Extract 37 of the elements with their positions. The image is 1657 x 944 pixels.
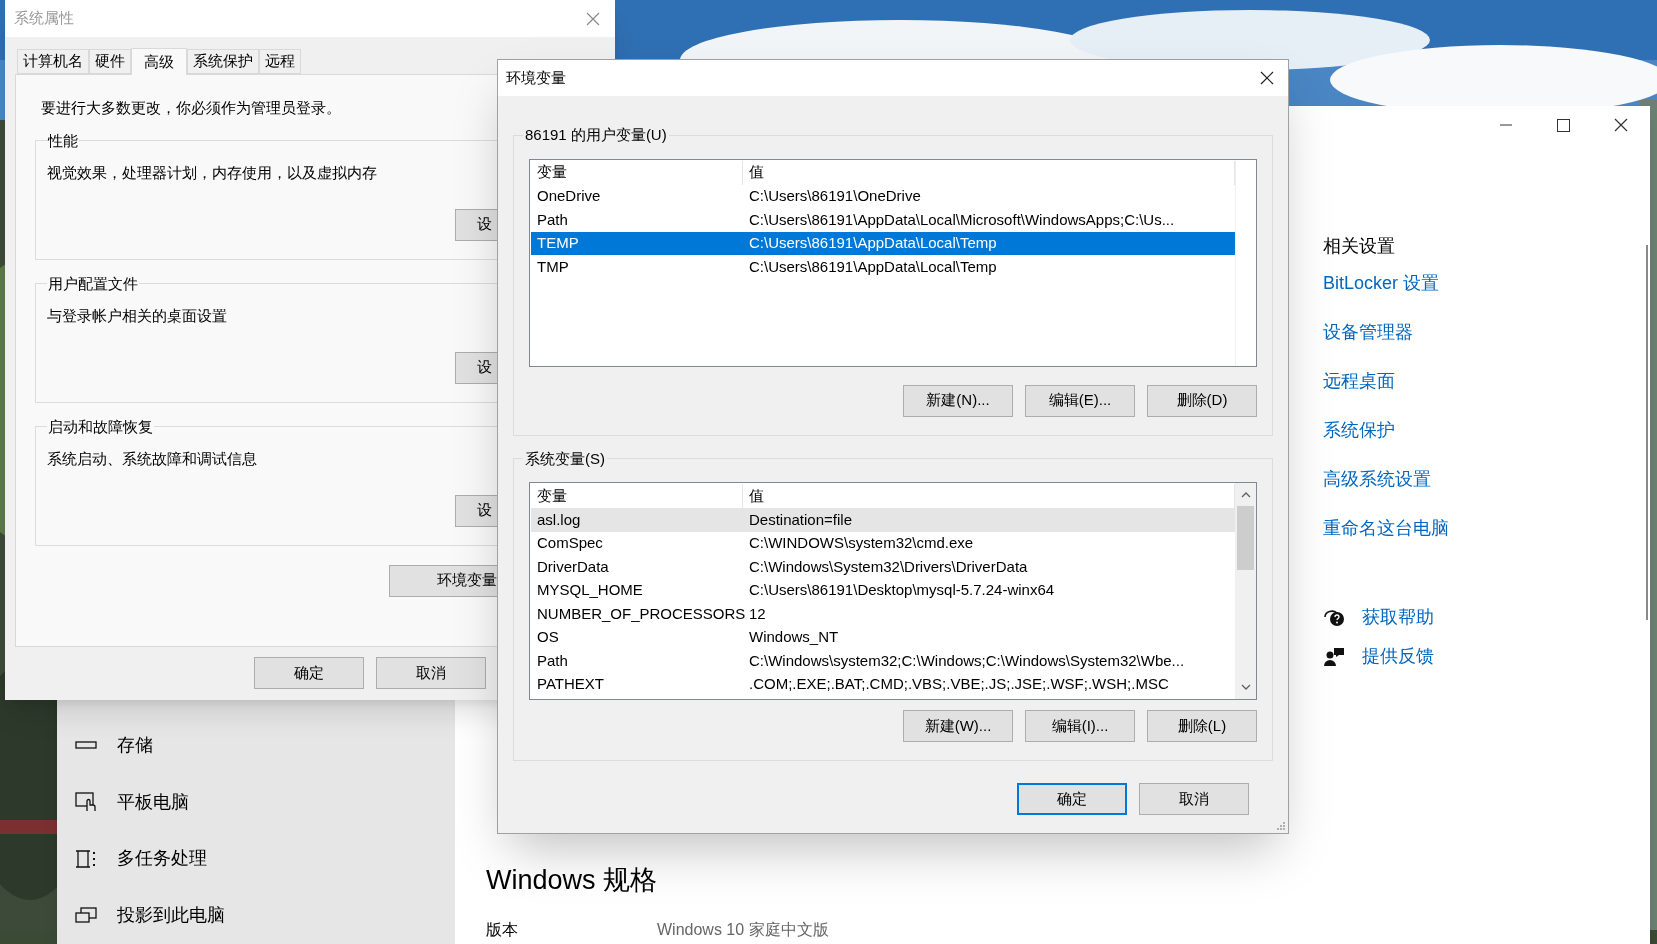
variable-value: C:\Windows\system32;C:\Windows;C:\Windows\System32\Wbe...: [748, 650, 1185, 671]
variable-value: C:\Users\86191\AppData\Local\Temp: [748, 256, 997, 277]
variable-name: Path: [536, 650, 569, 671]
admin-notice: 要进行大多数更改，你必须作为管理员登录。: [41, 98, 341, 118]
variable-value: C:\Users\86191\Desktop\mysql-5.7.24-winx64: [748, 580, 1055, 600]
spec-label: 版本: [486, 920, 519, 940]
spec-value: Windows 10 家庭中文版: [657, 920, 829, 940]
variable-value: .COM;.EXE;.BAT;.CMD;.VBS;.VBE;.JS;.JSE;.WSF;.WSH;.MSC: [748, 674, 1169, 694]
variable-name: PATHEXT: [536, 674, 605, 694]
variable-name: Path: [536, 209, 569, 230]
variable-value: C:\Users\86191\AppData\Local\Microsoft\WindowsApps;C:\Us...: [748, 209, 1175, 230]
group-title: 用户配置文件: [47, 273, 139, 294]
related-settings-heading: 相关设置: [1323, 235, 1396, 258]
section-heading: Windows 规格: [486, 863, 659, 897]
variable-name: NUMBER_OF_PROCESSORS: [536, 603, 743, 624]
group-description: 系统启动、系统故障和调试信息: [47, 449, 257, 469]
variable-value: 12: [748, 603, 766, 624]
variable-name: ComSpec: [536, 533, 604, 553]
group-title: 性能: [47, 130, 79, 151]
variable-name: TEMP: [536, 233, 580, 253]
group-description: 视觉效果，处理器计划，内存使用，以及虚拟内存: [47, 163, 377, 183]
variable-name: TMP: [536, 256, 570, 277]
group-title: 启动和故障恢复: [47, 416, 154, 437]
variable-value: C:\Users\86191\OneDrive: [748, 186, 921, 206]
variable-value: C:\Windows\System32\Drivers\DriverData: [748, 556, 1028, 577]
group-description: 与登录帐户相关的桌面设置: [47, 306, 227, 326]
variable-name: asl.log: [536, 509, 582, 530]
variable-value: Windows_NT: [748, 627, 839, 647]
window-title: 系统属性: [14, 8, 74, 29]
window-title: 环境变量: [506, 67, 566, 88]
group-title: 系统变量(S): [524, 448, 606, 469]
variable-value: C:\WINDOWS\system32\cmd.exe: [748, 533, 974, 553]
variable-name: OS: [536, 627, 560, 647]
variable-value: Destination=file: [748, 509, 852, 530]
group-title: 86191 的用户变量(U): [524, 125, 668, 145]
variable-value: C:\Users\86191\AppData\Local\Temp: [748, 233, 997, 253]
variable-name: OneDrive: [536, 186, 602, 206]
